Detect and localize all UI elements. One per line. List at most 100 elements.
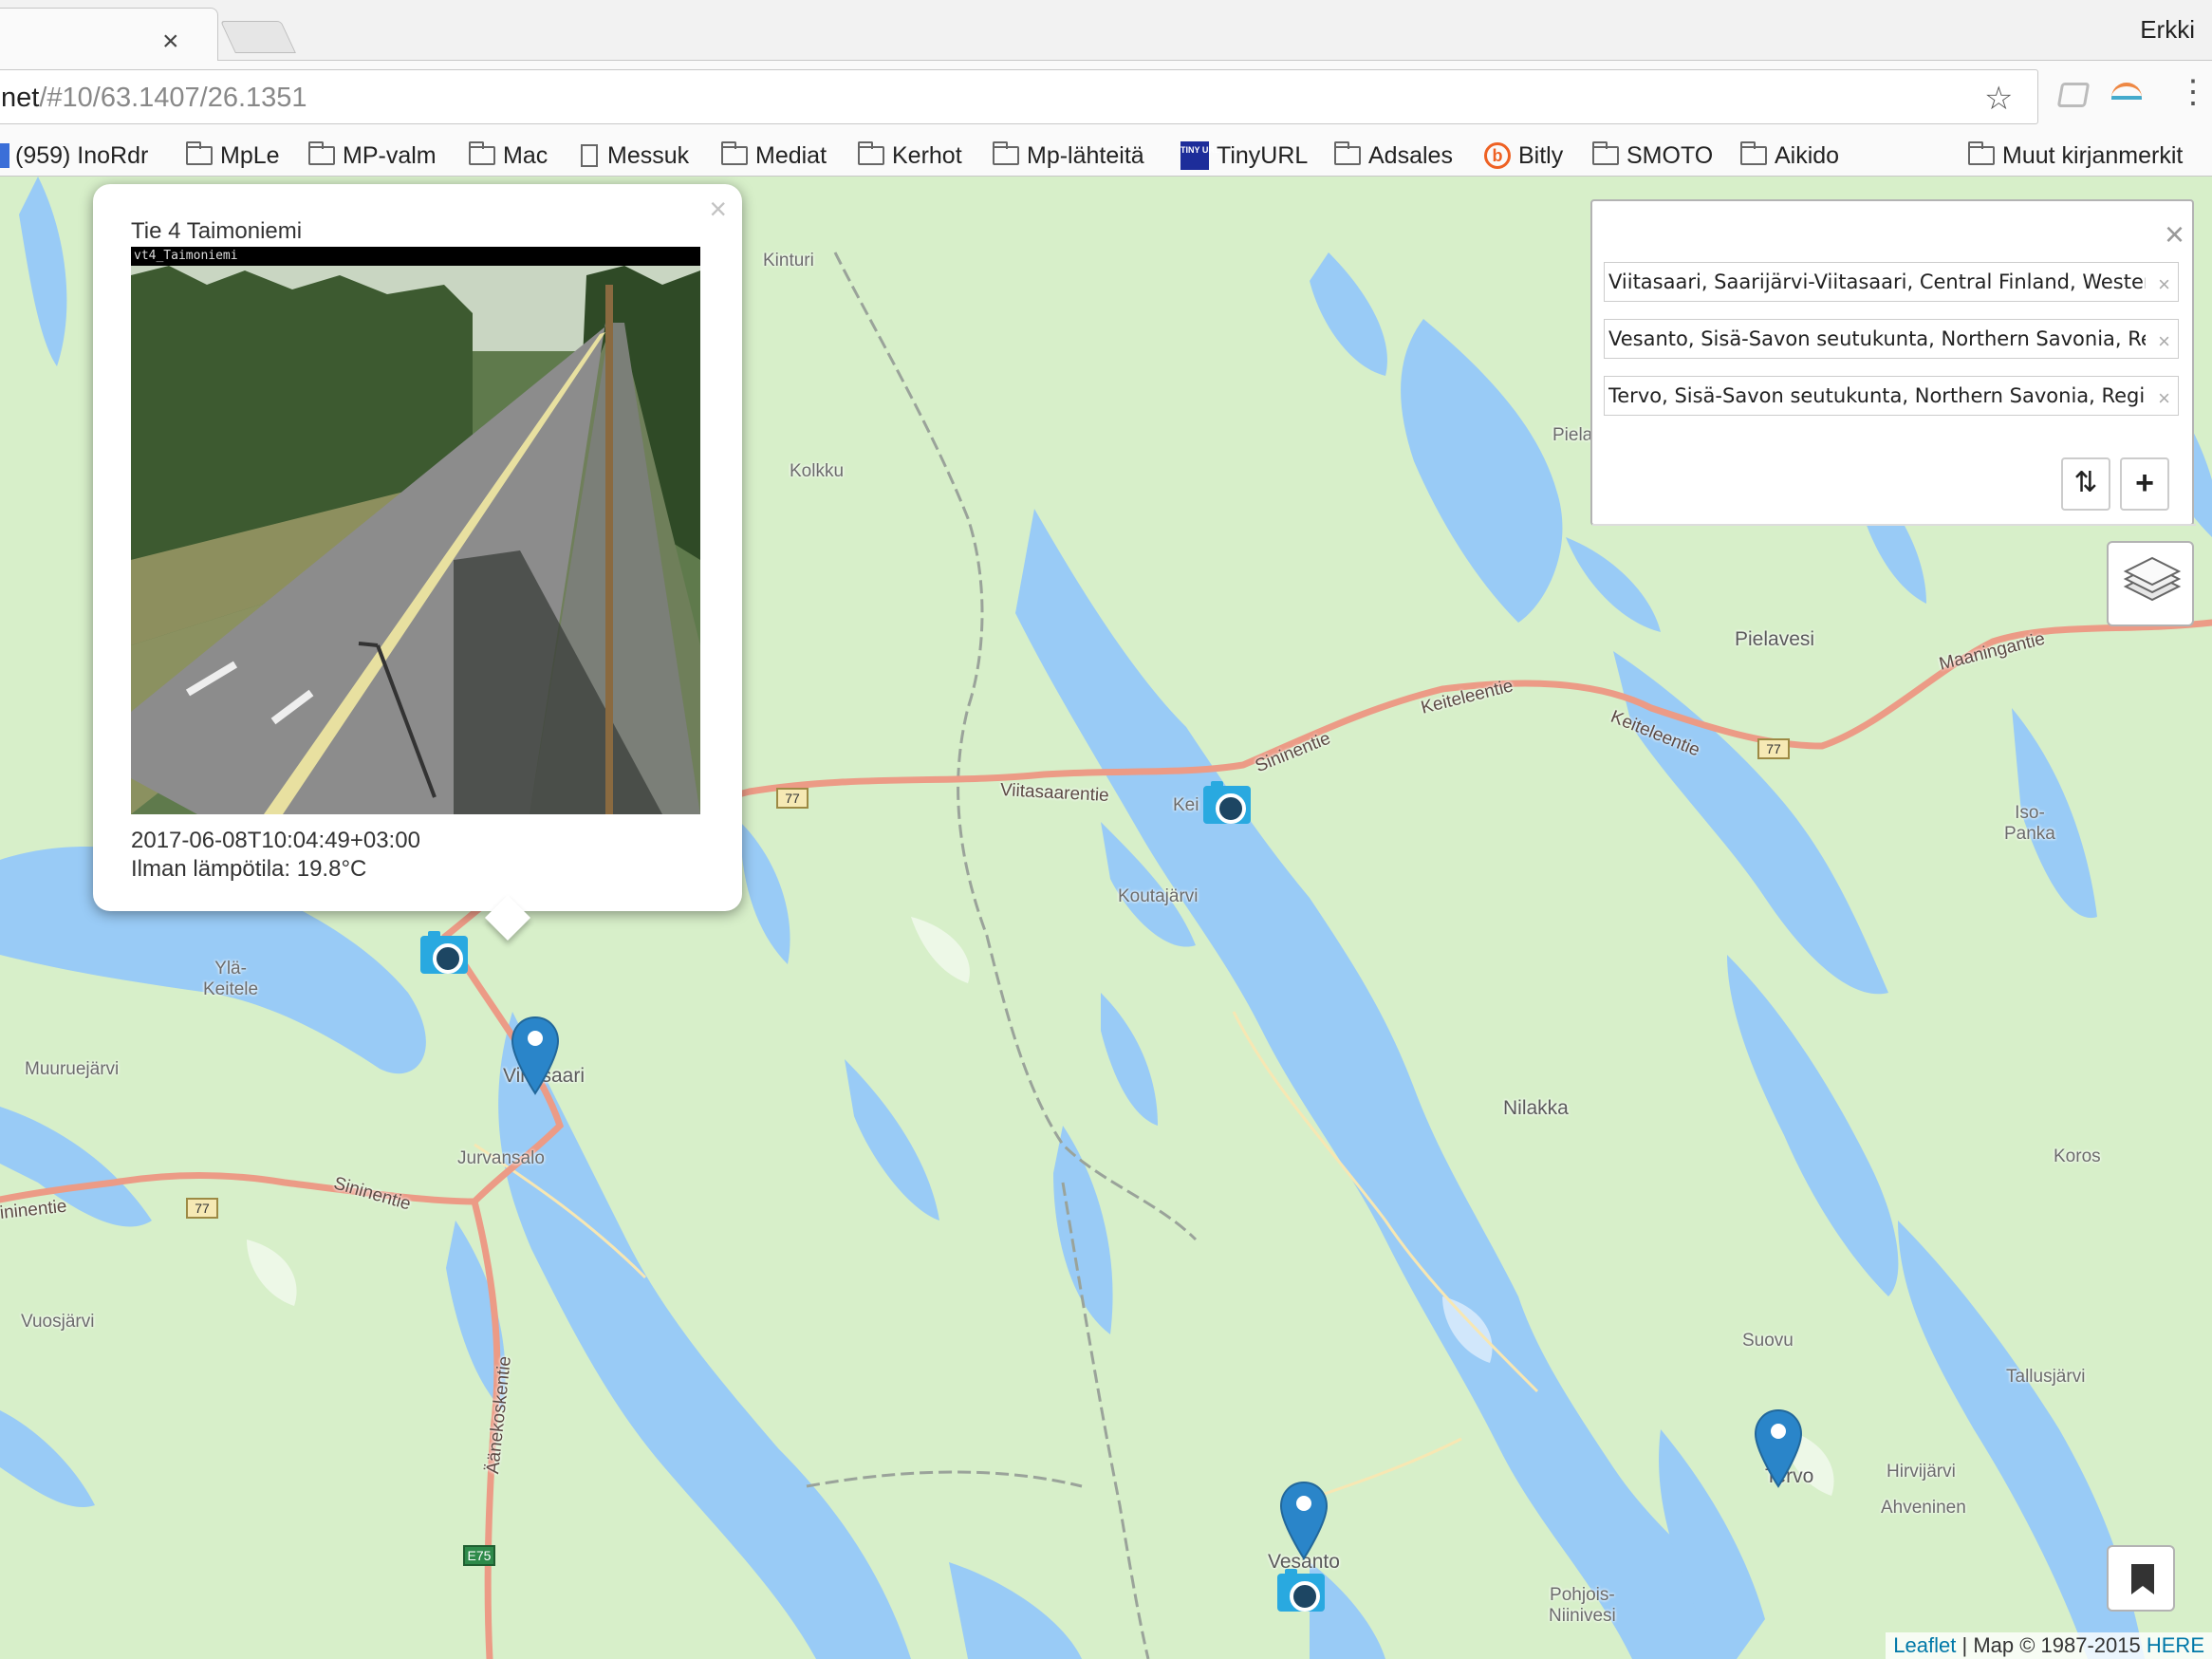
bookmark-mediat[interactable]: Mediat xyxy=(721,135,827,177)
folder-icon xyxy=(1740,141,1767,165)
place-label: Hirvijärvi xyxy=(1887,1462,1956,1482)
bookmark-aikido[interactable]: Aikido xyxy=(1740,135,1839,177)
waypoint-remove-icon[interactable]: × xyxy=(2158,386,2170,411)
bookmark-kerhot[interactable]: Kerhot xyxy=(858,135,962,177)
waypoint-input[interactable] xyxy=(1605,263,2146,301)
folder-icon xyxy=(308,141,335,165)
bookmark-adsales[interactable]: Adsales xyxy=(1334,135,1453,177)
url-text[interactable]: net/#10/63.1407/26.1351 xyxy=(1,83,307,114)
bookmark-label: Messuk xyxy=(607,141,690,169)
tab-strip: × Erkki xyxy=(0,0,2212,62)
bookmark-mac[interactable]: Mac xyxy=(469,135,548,177)
bookmark-label: (959) InoRdr xyxy=(15,141,149,169)
waypoint-input[interactable] xyxy=(1605,377,2146,415)
waypoint-remove-icon[interactable]: × xyxy=(2158,272,2170,297)
bookmark-label: Kerhot xyxy=(892,141,962,169)
place-label: Pielavesi xyxy=(1735,628,1815,650)
popup-title: Tie 4 Taimoniemi xyxy=(131,218,303,244)
location-pin-icon[interactable] xyxy=(511,1016,560,1095)
bookmark-label: MP-valm xyxy=(343,141,437,169)
place-label: Iso- Panka xyxy=(2004,803,2055,844)
leaflet-link[interactable]: Leaflet xyxy=(1893,1633,1956,1657)
bookmark-other-bookmarks[interactable]: Muut kirjanmerkit xyxy=(1968,135,2183,177)
url-host: net xyxy=(1,83,40,113)
camera-timestamp: 2017-06-08T10:04:49+03:00 xyxy=(131,828,420,853)
address-bar[interactable]: net/#10/63.1407/26.1351 ☆ xyxy=(0,69,2038,124)
folder-icon xyxy=(1592,141,1619,165)
place-label: Suovu xyxy=(1742,1331,1794,1351)
browser-menu-icon[interactable]: ⋮ xyxy=(2177,76,2209,108)
map-canvas[interactable]: Kinturi Kolkku Pielaves Pielavesi Kei Is… xyxy=(0,177,2212,1659)
weather-camera-marker[interactable] xyxy=(420,931,468,974)
folder-icon xyxy=(186,141,213,165)
folder-icon xyxy=(1334,141,1361,165)
map-attribution: Leaflet | Map © 1987-2015 HERE xyxy=(1886,1632,2212,1659)
road-shield: 77 xyxy=(186,1198,218,1219)
bookmark-label: Bitly xyxy=(1518,141,1564,169)
weather-camera-marker[interactable] xyxy=(1277,1569,1325,1612)
bookmark-inordr[interactable]: (959) InoRdr xyxy=(0,135,148,177)
folder-icon xyxy=(721,141,748,165)
bookmark-smoto[interactable]: SMOTO xyxy=(1592,135,1713,177)
bookmark-mple[interactable]: MpLe xyxy=(186,135,280,177)
weather-camera-marker[interactable] xyxy=(1203,781,1251,824)
waypoint-row: × xyxy=(1604,262,2179,302)
rss-icon xyxy=(0,143,9,168)
bookmarks-bar: (959) InoRdr MpLe MP-valm Mac Messuk Med… xyxy=(0,135,2212,177)
camera-image-caption: vt4_Taimoniemi xyxy=(131,247,700,266)
bookmark-mp-valm[interactable]: MP-valm xyxy=(308,135,437,177)
place-label: Nilakka xyxy=(1503,1097,1569,1119)
air-temperature: Ilman lämpötila: 19.8°C xyxy=(131,856,367,882)
road-shield: E75 xyxy=(463,1545,495,1566)
place-label: Koutajärvi xyxy=(1118,886,1199,906)
folder-icon xyxy=(858,141,884,165)
bookmark-label: Mac xyxy=(503,141,548,169)
municipal-borders xyxy=(806,252,1198,1659)
camera-popup: × Tie 4 Taimoniemi vt4_Taimoniemi 2017-0… xyxy=(93,184,742,941)
place-label: Kolkku xyxy=(790,461,845,481)
routing-panel: × × × × ⇅ + xyxy=(1590,199,2196,526)
map-credit: Map © 1987-2015 xyxy=(1973,1633,2147,1657)
bookmark-tinyurl[interactable]: TINY URL TinyURL xyxy=(1180,135,1308,177)
bookmark-control[interactable] xyxy=(2107,1545,2175,1612)
place-label: Koros xyxy=(2054,1146,2101,1166)
waypoint-row: × xyxy=(1604,376,2179,416)
bookmark-messuk[interactable]: Messuk xyxy=(581,135,689,177)
here-link[interactable]: HERE xyxy=(2147,1633,2204,1657)
drive-extension-icon[interactable] xyxy=(2056,83,2091,107)
camera-image-scene xyxy=(131,247,700,814)
place-label: Kei xyxy=(1173,795,1199,815)
browser-toolbar: net/#10/63.1407/26.1351 ☆ ⋮ xyxy=(0,61,2212,135)
tab-close-icon[interactable]: × xyxy=(162,26,179,58)
folder-icon xyxy=(1968,141,1995,165)
bitly-icon: b xyxy=(1484,142,1511,169)
popup-close-icon[interactable]: × xyxy=(709,192,727,227)
tinyurl-icon: TINY URL xyxy=(1180,141,1219,170)
layers-control[interactable] xyxy=(2107,541,2194,626)
bookmark-bitly[interactable]: b Bitly xyxy=(1484,135,1563,177)
place-label: Ylä- Keitele xyxy=(203,959,259,999)
location-pin-icon[interactable] xyxy=(1279,1481,1329,1560)
add-waypoint-button[interactable]: + xyxy=(2120,457,2169,511)
routing-close-icon[interactable]: × xyxy=(2165,214,2184,254)
page-icon xyxy=(581,144,598,167)
layers-icon xyxy=(2123,556,2182,602)
place-label: Vuosjärvi xyxy=(21,1312,95,1332)
bookmark-mp-lahteita[interactable]: Mp-lähteitä xyxy=(993,135,1144,177)
bookmark-label: SMOTO xyxy=(1626,141,1714,169)
camera-image: vt4_Taimoniemi xyxy=(131,247,700,814)
waypoint-input[interactable] xyxy=(1605,320,2146,358)
profile-name[interactable]: Erkki xyxy=(2140,15,2195,45)
waypoint-remove-icon[interactable]: × xyxy=(2158,329,2170,354)
road-shield: 77 xyxy=(1757,738,1790,759)
panel-divider xyxy=(1592,524,2196,526)
rainbow-extension-icon[interactable] xyxy=(2111,83,2142,100)
bookmark-label: MpLe xyxy=(220,141,280,169)
bookmark-label: Mediat xyxy=(755,141,827,169)
url-hash: /#10/63.1407/26.1351 xyxy=(39,83,307,113)
active-tab[interactable]: × xyxy=(0,8,218,62)
location-pin-icon[interactable] xyxy=(1754,1408,1803,1488)
new-tab-button[interactable] xyxy=(220,21,296,53)
reverse-waypoints-button[interactable]: ⇅ xyxy=(2061,457,2110,511)
bookmark-star-icon[interactable]: ☆ xyxy=(1984,80,2013,118)
